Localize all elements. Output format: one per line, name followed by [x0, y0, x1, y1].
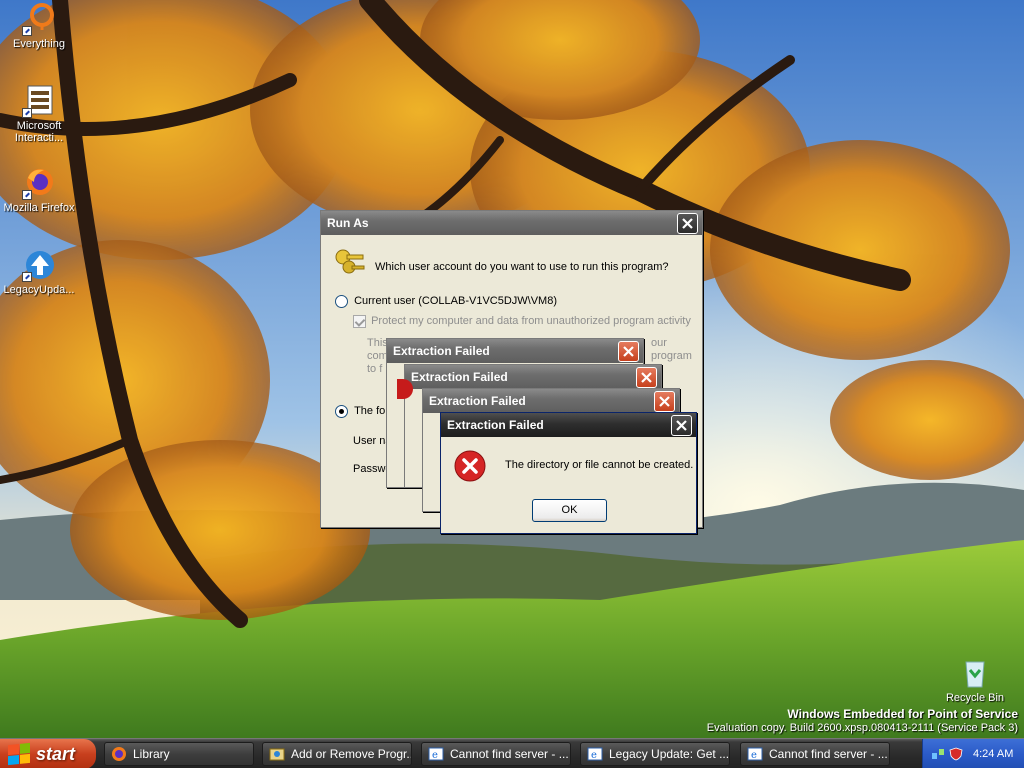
- following-user-option[interactable]: The foll: [335, 405, 390, 418]
- run-as-question: Which user account do you want to use to…: [375, 261, 669, 273]
- svg-text:e: e: [751, 750, 757, 761]
- following-user-label: The foll: [354, 405, 391, 418]
- desktop-icon-microsoft-interactive[interactable]: Microsoft Interacti...: [0, 84, 78, 144]
- add-remove-icon: [269, 748, 285, 761]
- dialog-titlebar[interactable]: Extraction Failed: [405, 365, 661, 389]
- os-watermark: Windows Embedded for Point of Service Ev…: [707, 707, 1018, 734]
- taskbar-button-label: Add or Remove Progr...: [291, 747, 412, 761]
- taskbar-button-label: Cannot find server - ...: [450, 747, 569, 761]
- close-icon: [676, 419, 687, 431]
- protect-description-right: our program: [651, 337, 692, 362]
- taskbar-button-label: Cannot find server - ...: [769, 747, 888, 761]
- mta-icon: [22, 84, 56, 118]
- window-title: Extraction Failed: [393, 344, 490, 358]
- taskbar-button-cannot-find-server-1[interactable]: e Cannot find server - ...: [421, 742, 571, 766]
- start-button[interactable]: start: [0, 739, 96, 768]
- desktop-icon-label: Microsoft Interacti...: [14, 120, 64, 144]
- firefox-icon: [112, 747, 126, 761]
- ok-button[interactable]: OK: [532, 499, 607, 522]
- firefox-icon: [22, 166, 56, 200]
- close-button[interactable]: [677, 212, 698, 234]
- window-title: Extraction Failed: [447, 418, 544, 432]
- everything-icon: [22, 2, 56, 36]
- error-icon: [397, 379, 413, 399]
- current-user-radio[interactable]: [335, 295, 348, 308]
- dialog-titlebar[interactable]: Extraction Failed: [423, 389, 679, 413]
- window-title: Extraction Failed: [429, 394, 526, 408]
- ie-icon: e: [747, 747, 763, 761]
- close-button[interactable]: [654, 390, 675, 412]
- desktop-icon-mozilla-firefox[interactable]: Mozilla Firefox: [0, 166, 78, 214]
- window-title: Extraction Failed: [411, 370, 508, 384]
- watermark-edition: Windows Embedded for Point of Service: [787, 707, 1018, 721]
- desktop-icon-recycle-bin[interactable]: Recycle Bin: [936, 656, 1014, 704]
- error-message: The directory or file cannot be created.: [505, 459, 694, 471]
- ie-icon: e: [428, 747, 444, 761]
- current-user-option[interactable]: Current user (COLLAB-V1VC5DJW\VM8): [335, 295, 557, 308]
- desktop-icon-label: Recycle Bin: [945, 692, 1005, 704]
- dialog-body: The directory or file cannot be created.…: [441, 437, 696, 533]
- protect-label: Protect my computer and data from unauth…: [371, 315, 691, 328]
- close-button[interactable]: [636, 366, 657, 388]
- desktop-icon-label: Everything: [13, 38, 65, 50]
- taskbar-button-cannot-find-server-2[interactable]: e Cannot find server - ...: [740, 742, 890, 766]
- system-tray: 4:24 AM: [922, 739, 1024, 768]
- close-icon: [623, 345, 634, 357]
- dialog-titlebar[interactable]: Extraction Failed: [387, 339, 643, 363]
- taskbar-button-label: Legacy Update: Get ...: [609, 747, 730, 761]
- network-icon[interactable]: [931, 747, 945, 761]
- svg-text:e: e: [432, 750, 438, 761]
- error-icon: [453, 449, 487, 486]
- protect-description-left: This com to f: [367, 337, 388, 375]
- desktop-icon-everything[interactable]: Everything: [0, 2, 78, 50]
- desktop-icon-legacy-update[interactable]: LegacyUpda...: [0, 248, 78, 296]
- keys-icon: [333, 245, 367, 282]
- taskbar-button-label: Library: [133, 747, 170, 761]
- taskbar-button-library[interactable]: Library: [104, 742, 254, 766]
- windows-logo-icon: [8, 742, 30, 766]
- close-icon: [682, 217, 693, 229]
- protect-checkbox[interactable]: [353, 315, 366, 328]
- protect-option[interactable]: Protect my computer and data from unauth…: [353, 315, 691, 328]
- close-icon: [641, 371, 652, 383]
- run-as-titlebar[interactable]: Run As: [321, 211, 702, 235]
- security-shield-icon[interactable]: [949, 747, 963, 761]
- close-button[interactable]: [618, 340, 639, 362]
- extraction-failed-dialog-active: Extraction Failed The directory or file …: [440, 412, 697, 534]
- taskbar-button-add-remove[interactable]: Add or Remove Progr...: [262, 742, 412, 766]
- recycle-bin-icon: [958, 656, 992, 690]
- desktop-icon-label: Mozilla Firefox: [3, 202, 75, 214]
- taskbar-button-legacy-update[interactable]: e Legacy Update: Get ...: [580, 742, 730, 766]
- window-title: Run As: [327, 216, 369, 230]
- desktop-icon-label: LegacyUpda...: [3, 284, 75, 296]
- legacy-update-icon: [22, 248, 56, 282]
- close-button[interactable]: [671, 414, 692, 436]
- ie-icon: e: [587, 747, 603, 761]
- dialog-titlebar[interactable]: Extraction Failed: [441, 413, 696, 437]
- following-user-radio[interactable]: [335, 405, 348, 418]
- svg-text:e: e: [591, 750, 597, 761]
- start-label: start: [36, 743, 76, 764]
- taskbar: start Library Add or Remove Progr... e C…: [0, 738, 1024, 768]
- watermark-build: Evaluation copy. Build 2600.xpsp.080413-…: [706, 722, 1018, 734]
- current-user-label: Current user (COLLAB-V1VC5DJW\VM8): [354, 295, 558, 308]
- close-icon: [659, 395, 670, 407]
- clock[interactable]: 4:24 AM: [973, 748, 1013, 760]
